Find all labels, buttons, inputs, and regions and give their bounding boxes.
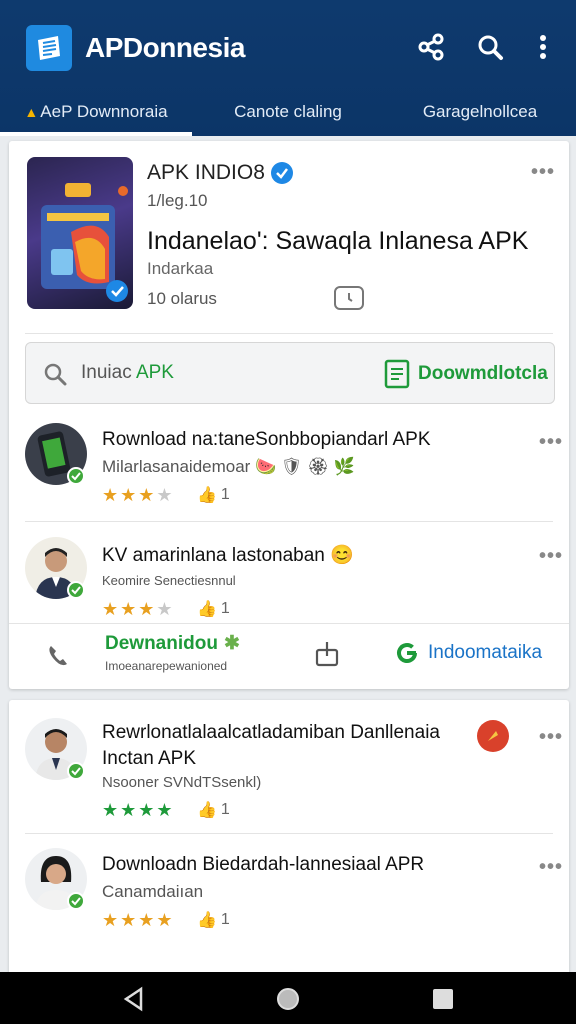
indo-action[interactable]: Indoomataika xyxy=(394,640,542,666)
likes[interactable]: 👍 1 xyxy=(197,910,230,930)
tab-garage[interactable]: Garagelnollcea xyxy=(384,92,576,136)
likes[interactable]: 👍 1 xyxy=(197,485,230,505)
tab-canote[interactable]: Canote claling xyxy=(192,92,384,136)
tab-bar: ▲ AeP Downnoraia Canote claling Garagelno… xyxy=(0,92,576,136)
download-action[interactable]: Dewnanidou ✱ Imoeanarepewanioned xyxy=(105,632,240,674)
app-title: APDonnesia xyxy=(85,32,245,63)
emoji-icons: 🍉 🛡 🏵 🌿 xyxy=(255,457,355,476)
info-icon[interactable] xyxy=(334,286,364,310)
app-logo xyxy=(26,25,72,71)
rating-stars: ★ ★ ★ ★ xyxy=(102,800,173,820)
more-horizontal-icon[interactable]: ••• xyxy=(539,545,563,568)
thumbs-up-icon: 👍 xyxy=(197,601,217,618)
promo-badge-icon[interactable] xyxy=(477,720,509,752)
search-query-suffix: APK xyxy=(135,362,174,383)
action-bar: Dewnanidou ✱ Imoeanarepewanioned Indoomat… xyxy=(9,623,569,689)
thumbs-up-icon: 👍 xyxy=(197,487,217,504)
item-title[interactable]: Downloadn Biedardah-lannesiaal APR xyxy=(102,854,424,876)
thumbs-up-icon: 👍 xyxy=(197,802,217,819)
home-icon[interactable] xyxy=(273,984,303,1014)
main-card: APK INDIO8 1/leg.10 Indanelao': Sawaqla … xyxy=(9,141,569,689)
item-title[interactable]: Rewrlonatlalaalcatladamiban Danllenaia I… xyxy=(102,720,482,772)
google-icon xyxy=(397,643,417,663)
likes[interactable]: 👍 1 xyxy=(197,599,230,619)
recents-icon[interactable] xyxy=(428,984,458,1014)
download-button[interactable]: Doowmdlotcla xyxy=(384,358,548,390)
item-subtitle: Canamdaiıan xyxy=(102,882,204,901)
warning-icon: ▲ xyxy=(24,104,39,120)
likes-count: 1 xyxy=(220,911,230,928)
search-bar[interactable]: Inuiac APK Doowmdlotcla xyxy=(25,342,555,404)
featured-app-image[interactable] xyxy=(27,157,133,309)
likes[interactable]: 👍 1 xyxy=(197,800,230,820)
verified-badge-icon xyxy=(67,467,85,485)
search-icon xyxy=(44,363,67,386)
document-icon xyxy=(384,359,410,389)
item-title[interactable]: Rownload na:taneSonbbopiandarl APK xyxy=(102,429,431,451)
system-nav-bar xyxy=(0,972,576,1024)
app-bar-top: APDonnesia xyxy=(0,0,576,92)
book-icon xyxy=(38,36,60,60)
search-icon[interactable] xyxy=(473,30,507,64)
search-query-prefix: Inuiac xyxy=(81,362,136,383)
item-subtitle: Milarlasanaidemoar 🍉 🛡 🏵 🌿 xyxy=(102,457,355,476)
featured-version: 1/leg.10 xyxy=(147,191,208,210)
more-horizontal-icon[interactable]: ••• xyxy=(539,856,563,879)
tab-label: Garagelnollcea xyxy=(422,102,538,121)
app-bar: APDonnesia ▲ AeP Downnoraia Canote clali… xyxy=(0,0,576,136)
secondary-card: Rewrlonatlalaalcatladamiban Danllenaia I… xyxy=(9,700,569,975)
verified-icon xyxy=(270,162,293,184)
sparkle-icon: ✱ xyxy=(223,633,240,654)
likes-count: 1 xyxy=(220,486,230,503)
verified-badge-icon xyxy=(67,892,85,910)
tab-label: AeP Downnoraia xyxy=(40,102,168,121)
download-action-sub: Imoeanarepewanioned xyxy=(105,659,228,673)
share-icon[interactable] xyxy=(414,30,448,64)
featured-count: 10 olarus xyxy=(147,289,217,308)
item-subtitle: Keomire Senectiesnnul xyxy=(102,573,236,588)
list-item[interactable]: Rownload na:taneSonbbopiandarl APK Milar… xyxy=(25,423,562,533)
indo-action-label: Indoomataika xyxy=(428,642,543,663)
verified-badge-icon xyxy=(67,581,85,599)
download-action-label: Dewnanidou xyxy=(105,632,218,654)
more-horizontal-icon[interactable]: ••• xyxy=(531,161,555,184)
item-title[interactable]: KV amarinlana lastonaban 😊 xyxy=(102,543,354,567)
search-query[interactable]: Inuiac APK xyxy=(81,362,174,384)
rating-stars: ★ ★ ★ ★ xyxy=(102,910,173,930)
more-vertical-icon[interactable] xyxy=(526,30,560,64)
list-item[interactable]: Rewrlonatlalaalcatladamiban Danllenaia I… xyxy=(25,718,562,828)
featured-title: APK INDIO8 xyxy=(147,161,265,184)
more-horizontal-icon[interactable]: ••• xyxy=(539,726,563,749)
featured-category: Indarkaa xyxy=(147,259,214,278)
divider xyxy=(25,521,553,522)
smiley-icon: 😊 xyxy=(330,545,354,566)
divider xyxy=(25,833,553,834)
item-subtitle: Nsooner SVNdTSsenkl) xyxy=(102,774,262,791)
share-box-icon[interactable] xyxy=(314,640,340,673)
tab-apk-download[interactable]: ▲ AeP Downnoraia xyxy=(0,92,192,136)
rating-stars: ★ ★ ★ ★ xyxy=(102,599,173,619)
likes-count: 1 xyxy=(220,801,230,818)
phone-icon[interactable] xyxy=(45,642,73,675)
featured-app-name[interactable]: Indanelao': Sawaqla Inlanesa APK xyxy=(147,227,528,256)
featured-title-row: APK INDIO8 xyxy=(147,161,293,185)
download-button-label: Doowmdlotcla xyxy=(418,363,548,384)
thumbs-up-icon: 👍 xyxy=(197,912,217,929)
back-icon[interactable] xyxy=(118,984,148,1014)
verified-badge-icon xyxy=(67,762,85,780)
divider xyxy=(25,333,553,334)
more-horizontal-icon[interactable]: ••• xyxy=(539,431,563,454)
likes-count: 1 xyxy=(220,600,230,617)
list-item[interactable]: Downloadn Biedardah-lannesiaal APR Canam… xyxy=(25,848,562,958)
tab-label: Canote claling xyxy=(234,102,342,121)
rating-stars: ★ ★ ★ ★ xyxy=(102,485,173,505)
